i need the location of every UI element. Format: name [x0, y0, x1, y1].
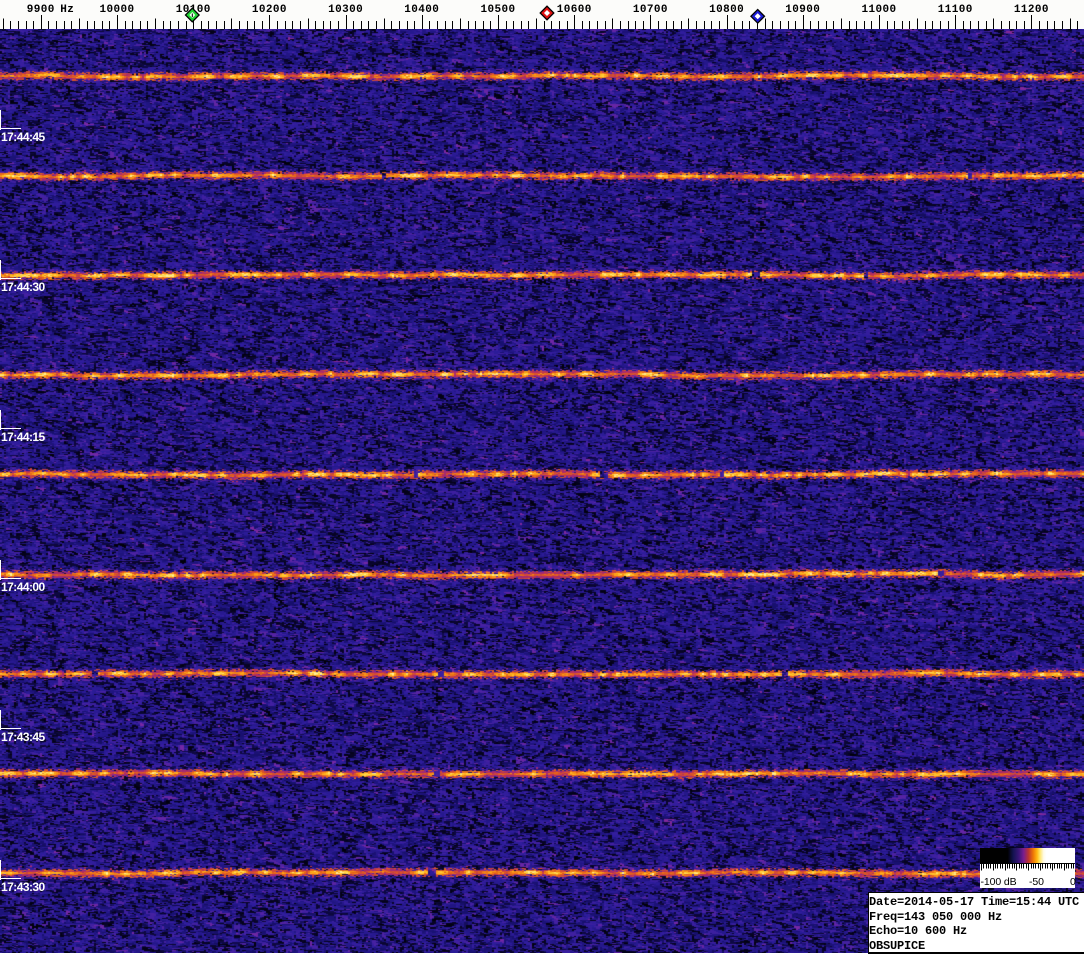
svg-text:11100: 11100 — [938, 4, 973, 16]
svg-text:10300: 10300 — [328, 4, 363, 16]
svg-text:10700: 10700 — [633, 4, 668, 16]
svg-text:10000: 10000 — [99, 4, 134, 16]
svg-text:10400: 10400 — [404, 4, 439, 16]
svg-text:10600: 10600 — [557, 4, 592, 16]
svg-text:9900: 9900 — [27, 4, 55, 16]
svg-text:11200: 11200 — [1014, 4, 1049, 16]
svg-text:Hz: Hz — [60, 4, 74, 16]
svg-text:10500: 10500 — [480, 4, 515, 16]
svg-text:10800: 10800 — [709, 4, 744, 16]
svg-text:11000: 11000 — [861, 4, 896, 16]
svg-text:10200: 10200 — [252, 4, 287, 16]
svg-text:10900: 10900 — [785, 4, 820, 16]
